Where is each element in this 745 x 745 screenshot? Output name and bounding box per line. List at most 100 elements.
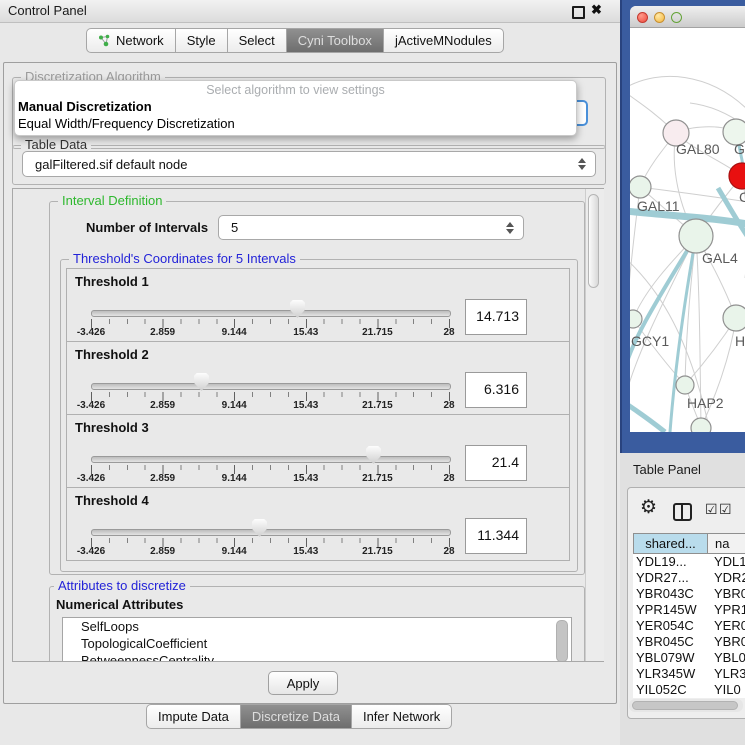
node-gal11[interactable] bbox=[630, 176, 651, 198]
table-row[interactable]: YER054CYER0 bbox=[633, 618, 745, 634]
tab-style[interactable]: Style bbox=[176, 28, 228, 53]
cell[interactable]: YLR345W bbox=[633, 666, 708, 682]
threshold-3-value-field[interactable]: 21.4 bbox=[465, 445, 527, 481]
threshold-2-slider-track[interactable] bbox=[91, 383, 451, 390]
table-row[interactable]: YBL079WYBL0 bbox=[633, 650, 745, 666]
node-label-h: H bbox=[735, 333, 745, 349]
threshold-3-slider-track[interactable] bbox=[91, 456, 451, 463]
cell[interactable]: YPR145W bbox=[633, 602, 708, 618]
tick-label: 9.144 bbox=[222, 473, 247, 484]
node-hap2[interactable] bbox=[676, 376, 694, 394]
close-icon[interactable]: ✖ bbox=[591, 2, 602, 18]
cell[interactable]: YBR0 bbox=[708, 586, 745, 602]
table-data-select[interactable]: galFiltered.sif default node bbox=[22, 151, 596, 177]
tab-jactivemnodules[interactable]: jActiveMNodules bbox=[384, 28, 504, 53]
float-window-icon[interactable] bbox=[572, 6, 585, 19]
network-window-titlebar[interactable] bbox=[630, 6, 745, 28]
control-panel-tabbar: Network Style Select Cyni Toolbox jActiv… bbox=[86, 28, 504, 53]
cell[interactable]: YPR1 bbox=[708, 602, 745, 618]
threshold-1-value-field[interactable]: 14.713 bbox=[465, 299, 527, 335]
cell[interactable]: YIL052C bbox=[633, 682, 708, 698]
cell[interactable]: YDR2 bbox=[708, 570, 745, 586]
discretization-settings-panel: Interval Definition Number of Intervals … bbox=[12, 188, 604, 662]
table-row[interactable]: YDL19...YDL1 bbox=[633, 554, 745, 570]
tab-discretize-data[interactable]: Discretize Data bbox=[241, 704, 352, 729]
checkbox-icon[interactable]: ☑ bbox=[705, 501, 718, 518]
column-view-icon-divider bbox=[681, 505, 683, 519]
node-red-selected[interactable] bbox=[729, 163, 745, 189]
table-row[interactable]: YIL052CYIL0 bbox=[633, 682, 745, 698]
threshold-1-slider-track[interactable] bbox=[91, 310, 451, 317]
cell[interactable]: YBR045C bbox=[633, 634, 708, 650]
table-body: YDL19...YDL1 YDR27...YDR2 YBR043CYBR0 YP… bbox=[633, 554, 745, 698]
threshold-4-slider-track[interactable] bbox=[91, 529, 451, 536]
algorithm-option-manual[interactable]: Manual Discretization bbox=[15, 98, 576, 115]
node-h[interactable] bbox=[723, 305, 745, 331]
tab-network[interactable]: Network bbox=[86, 28, 176, 53]
network-nodes[interactable] bbox=[630, 119, 745, 432]
table-row[interactable]: YBR043CYBR0 bbox=[633, 586, 745, 602]
table-data-selected-value: galFiltered.sif default node bbox=[35, 157, 187, 172]
table-hscrollbar-thumb[interactable] bbox=[632, 701, 738, 710]
column-header-name[interactable]: na bbox=[708, 533, 745, 554]
minimize-traffic-light-icon[interactable] bbox=[654, 12, 665, 23]
cell[interactable]: YER054C bbox=[633, 618, 708, 634]
tab-infer-network[interactable]: Infer Network bbox=[352, 704, 452, 729]
tick-label: 21.715 bbox=[362, 400, 393, 411]
tick-label: 21.715 bbox=[362, 546, 393, 557]
threshold-row-2: Threshold 2 -3.426 2.859 9.144 15.43 21.… bbox=[66, 341, 570, 415]
cell[interactable]: YDL1 bbox=[708, 554, 745, 570]
number-of-intervals-value: 5 bbox=[231, 220, 238, 235]
cell[interactable]: YBL0 bbox=[708, 650, 745, 666]
tick-label: 2.859 bbox=[150, 327, 175, 338]
tick-label: 15.43 bbox=[293, 327, 318, 338]
zoom-traffic-light-icon[interactable] bbox=[671, 12, 682, 23]
tick-label: 28 bbox=[443, 546, 454, 557]
cell[interactable]: YLR3 bbox=[708, 666, 745, 682]
settings-scrollbar-thumb[interactable] bbox=[588, 194, 599, 288]
cell[interactable]: YBR0 bbox=[708, 634, 745, 650]
algorithm-option-equal-width[interactable]: Equal Width/Frequency Discretization bbox=[15, 115, 576, 132]
cell[interactable]: YDR27... bbox=[633, 570, 708, 586]
tick-label: 9.144 bbox=[222, 546, 247, 557]
cell[interactable]: YBL079W bbox=[633, 650, 708, 666]
cell[interactable]: YDL19... bbox=[633, 554, 708, 570]
list-item[interactable]: BetweennessCentrality bbox=[63, 652, 571, 662]
table-row[interactable]: YLR345WYLR3 bbox=[633, 666, 745, 682]
column-header-shared-name[interactable]: shared... bbox=[633, 533, 708, 554]
node-gal4[interactable] bbox=[679, 219, 713, 253]
algorithm-dropdown-popup: Select algorithm to view settings Manual… bbox=[14, 80, 577, 136]
list-item[interactable]: TopologicalCoefficient bbox=[63, 635, 571, 652]
gear-icon[interactable]: ⚙ bbox=[640, 498, 657, 517]
tab-cyni-toolbox[interactable]: Cyni Toolbox bbox=[287, 28, 384, 53]
table-row[interactable]: YDR27...YDR2 bbox=[633, 570, 745, 586]
cell[interactable]: YER0 bbox=[708, 618, 745, 634]
interval-definition-group-title: Interval Definition bbox=[58, 193, 166, 208]
cell[interactable]: YBR043C bbox=[633, 586, 708, 602]
table-row[interactable]: YBR045CYBR0 bbox=[633, 634, 745, 650]
tick-label: 28 bbox=[443, 400, 454, 411]
attributes-group-title: Attributes to discretize bbox=[54, 578, 190, 593]
list-item[interactable]: SelfLoops bbox=[63, 618, 571, 635]
tab-impute-data[interactable]: Impute Data bbox=[146, 704, 241, 729]
node-gcy1[interactable] bbox=[630, 310, 642, 328]
threshold-4-value-field[interactable]: 11.344 bbox=[465, 518, 527, 554]
threshold-2-value-field[interactable]: 6.316 bbox=[465, 372, 527, 408]
tick-label: 2.859 bbox=[150, 400, 175, 411]
tick-label: -3.426 bbox=[77, 327, 105, 338]
tick-label: -3.426 bbox=[77, 400, 105, 411]
list-scrollbar-thumb[interactable] bbox=[556, 620, 568, 662]
tab-select[interactable]: Select bbox=[228, 28, 287, 53]
cell[interactable]: YIL0 bbox=[708, 682, 745, 698]
checkbox-icon[interactable]: ☑ bbox=[719, 501, 732, 518]
close-traffic-light-icon[interactable] bbox=[637, 12, 648, 23]
node-bottom-partial[interactable] bbox=[691, 418, 711, 432]
numerical-attributes-list: SelfLoops TopologicalCoefficient Between… bbox=[62, 617, 572, 662]
tick-label: 2.859 bbox=[150, 473, 175, 484]
apply-button[interactable]: Apply bbox=[268, 671, 338, 695]
network-canvas[interactable]: GAL80 GA C GAL11 GAL4 GCY1 H HAP2 bbox=[630, 28, 745, 432]
number-of-intervals-select[interactable]: 5 bbox=[218, 215, 524, 240]
table-row[interactable]: YPR145WYPR1 bbox=[633, 602, 745, 618]
column-view-icon[interactable] bbox=[673, 503, 692, 521]
tab-cyni-toolbox-label: Cyni Toolbox bbox=[298, 33, 372, 48]
